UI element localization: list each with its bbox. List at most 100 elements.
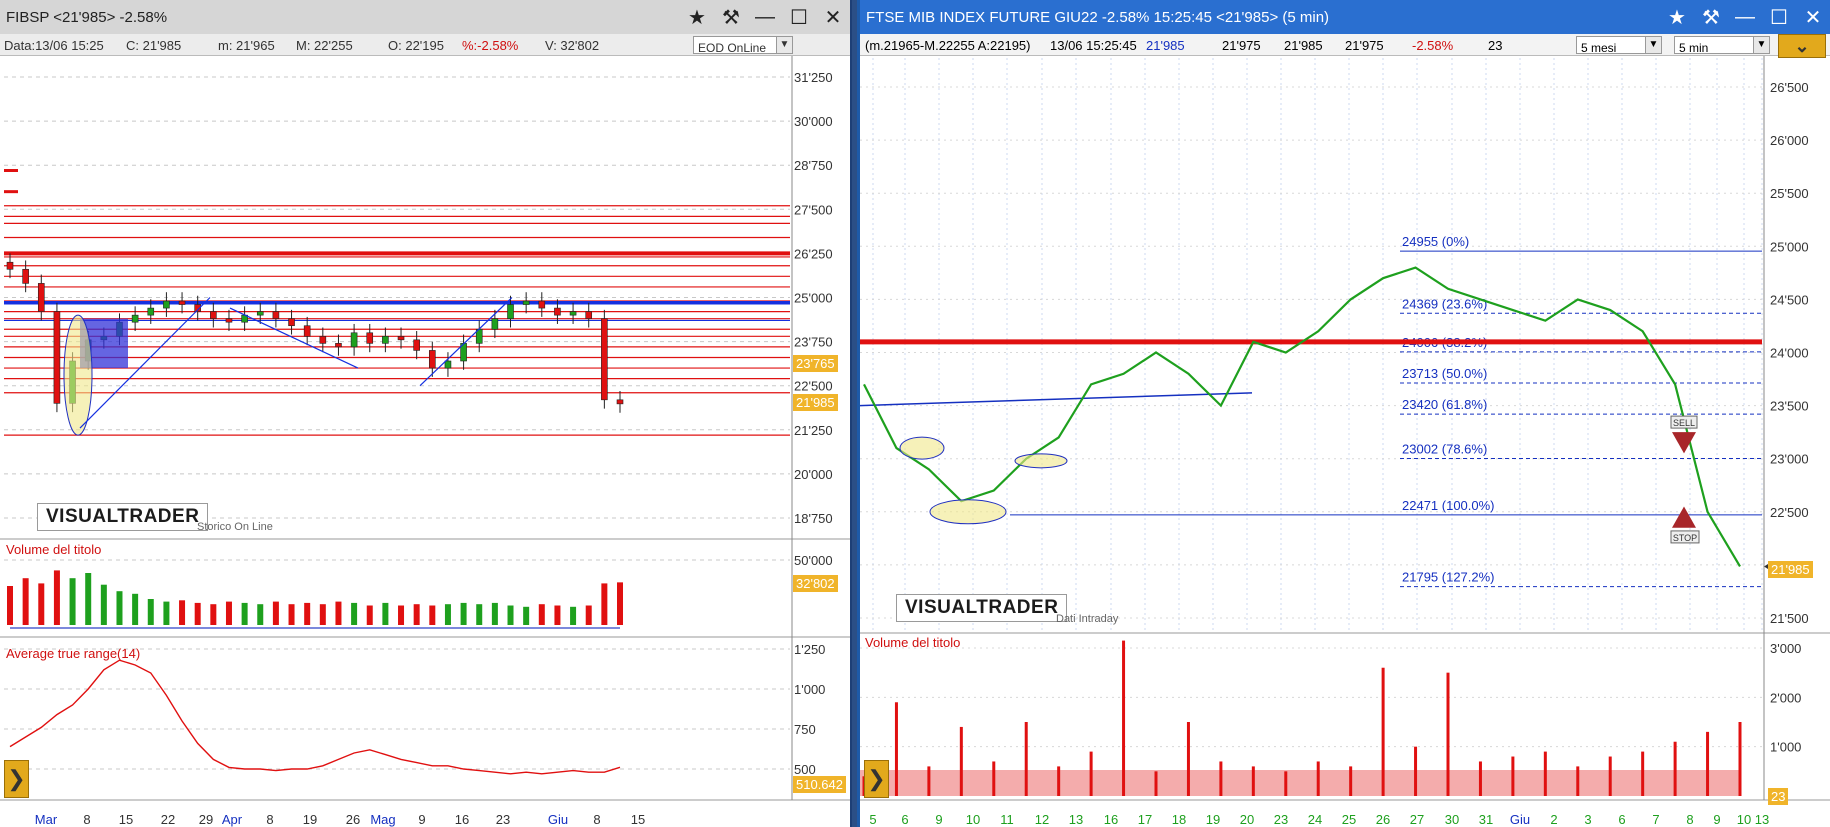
date-label: 8 — [266, 812, 273, 827]
price-tick-label: 20'000 — [794, 467, 833, 482]
sell-signal-label: SELL — [1673, 418, 1695, 428]
date-label: 15 — [631, 812, 645, 827]
candle-body — [616, 399, 624, 405]
date-label: 10 — [1737, 812, 1751, 827]
date-label: Mag — [370, 812, 395, 827]
candle-body — [335, 343, 342, 348]
fib-label: 21795 (127.2%) — [1402, 570, 1495, 585]
highlight-ellipse — [63, 314, 93, 436]
date-label: 3 — [1584, 812, 1591, 827]
logo-subtitle: Storico On Line — [197, 521, 273, 533]
volume-base-band — [860, 770, 1740, 796]
date-label: 9 — [418, 812, 425, 827]
visualtrader-logo: VISUALTRADER — [896, 594, 1068, 622]
date-label: 22 — [161, 812, 175, 827]
price-tick-label: 23'750 — [794, 335, 833, 350]
volume-bar — [476, 604, 483, 625]
date-label: 15 — [119, 812, 133, 827]
price-tag-resistance: 23'765 — [793, 355, 838, 372]
price-tick-label: 21'250 — [794, 423, 833, 438]
volume-bar — [132, 593, 139, 625]
price-plot-area — [4, 58, 790, 535]
price-tick-label: 28'750 — [794, 158, 833, 173]
price-tick-label: 27'500 — [794, 202, 833, 217]
candle-body — [538, 300, 546, 309]
atr-tick-label: 500 — [794, 762, 816, 777]
candle-body — [53, 311, 61, 404]
volume-bar — [617, 582, 623, 625]
date-label: 8 — [83, 812, 90, 827]
candle-body — [585, 311, 593, 319]
fib-label: 23713 (50.0%) — [1402, 366, 1487, 381]
volume-bar — [538, 604, 545, 625]
volume-bar — [335, 601, 342, 625]
date-label: 9 — [935, 812, 942, 827]
candle-body — [178, 300, 186, 305]
atr-label: Average true range(14) — [6, 646, 141, 661]
visualtrader-logo: VISUALTRADER — [37, 503, 209, 531]
date-label: 29 — [199, 812, 213, 827]
volume-bar — [570, 606, 577, 625]
price-tick-label: 23'500 — [1770, 399, 1809, 414]
candle-body — [554, 307, 561, 316]
candle-body — [444, 360, 452, 369]
volume-bar — [507, 605, 514, 625]
volume-bar — [22, 578, 29, 625]
right-chart-svg[interactable]: 26'500 26'000 25'500 25'000 24'500 24'000 23'5… — [860, 0, 1830, 827]
volume-bar — [366, 605, 373, 625]
volume-bar — [288, 604, 295, 625]
volume-bar — [304, 602, 311, 625]
volume-bar — [601, 583, 608, 625]
atr-tag: 510.642 — [793, 776, 846, 793]
date-label: 5 — [869, 812, 876, 827]
date-label: 12 — [1035, 812, 1049, 827]
candle-body — [382, 336, 389, 344]
date-label: 7 — [1652, 812, 1659, 827]
candle-body — [319, 336, 327, 344]
atr-tick-label: 750 — [794, 722, 816, 737]
candle-body — [288, 318, 295, 327]
candle-body — [507, 304, 514, 319]
candle-body — [272, 311, 280, 319]
date-label: Mar — [35, 812, 58, 827]
price-tick-label: 22'500 — [794, 379, 833, 394]
date-label: 25 — [1342, 812, 1356, 827]
date-label: 6 — [901, 812, 908, 827]
candle-body — [366, 332, 374, 344]
candle-body — [601, 318, 608, 401]
candle-body — [131, 314, 139, 323]
left-volume-label: Volume del titolo — [6, 542, 102, 557]
date-label: 27 — [1410, 812, 1424, 827]
date-label: 17 — [1138, 812, 1152, 827]
volume-bar — [194, 602, 201, 625]
volume-bar — [179, 600, 186, 625]
fib-label: 23002 (78.6%) — [1402, 441, 1487, 456]
daily-chart-window: FIBSP <21'985> -2.58% ★ ⚒ — ☐ ✕ Data:13/… — [0, 0, 852, 827]
candle-body — [413, 339, 420, 351]
candle-body — [37, 283, 45, 312]
volume-bar — [429, 605, 436, 625]
volume-tag: 23 — [1768, 788, 1789, 805]
price-tick-label: 31'250 — [794, 70, 833, 85]
fib-label: 22471 (100.0%) — [1402, 498, 1495, 513]
date-label: 26 — [1376, 812, 1390, 827]
expand-panel-button[interactable]: ❯ — [864, 760, 889, 798]
left-chart-svg[interactable]: 31'250 30'000 28'750 27'500 26'250 25'000 23'7… — [0, 0, 852, 827]
volume-bar — [585, 605, 592, 625]
volume-bar — [116, 591, 123, 625]
chevron-right-icon: ❯ — [7, 766, 26, 791]
date-label: 8 — [593, 812, 600, 827]
candle-body — [210, 311, 217, 319]
candle-body — [429, 350, 436, 369]
candle-body — [569, 311, 577, 316]
expand-panel-button[interactable]: ❯ — [4, 760, 29, 798]
atr-line — [9, 659, 621, 775]
price-tick-label: 24'500 — [1770, 292, 1809, 307]
price-tick-label: 26'500 — [1770, 80, 1809, 95]
logo-subtitle: Dati Intraday — [1056, 613, 1119, 625]
price-tick-label: 22'500 — [1770, 505, 1809, 520]
volume-bar — [53, 570, 60, 625]
price-tick-label: 18'750 — [794, 511, 833, 526]
volume-bar — [210, 604, 217, 625]
price-tick-label: 25'000 — [794, 291, 833, 306]
